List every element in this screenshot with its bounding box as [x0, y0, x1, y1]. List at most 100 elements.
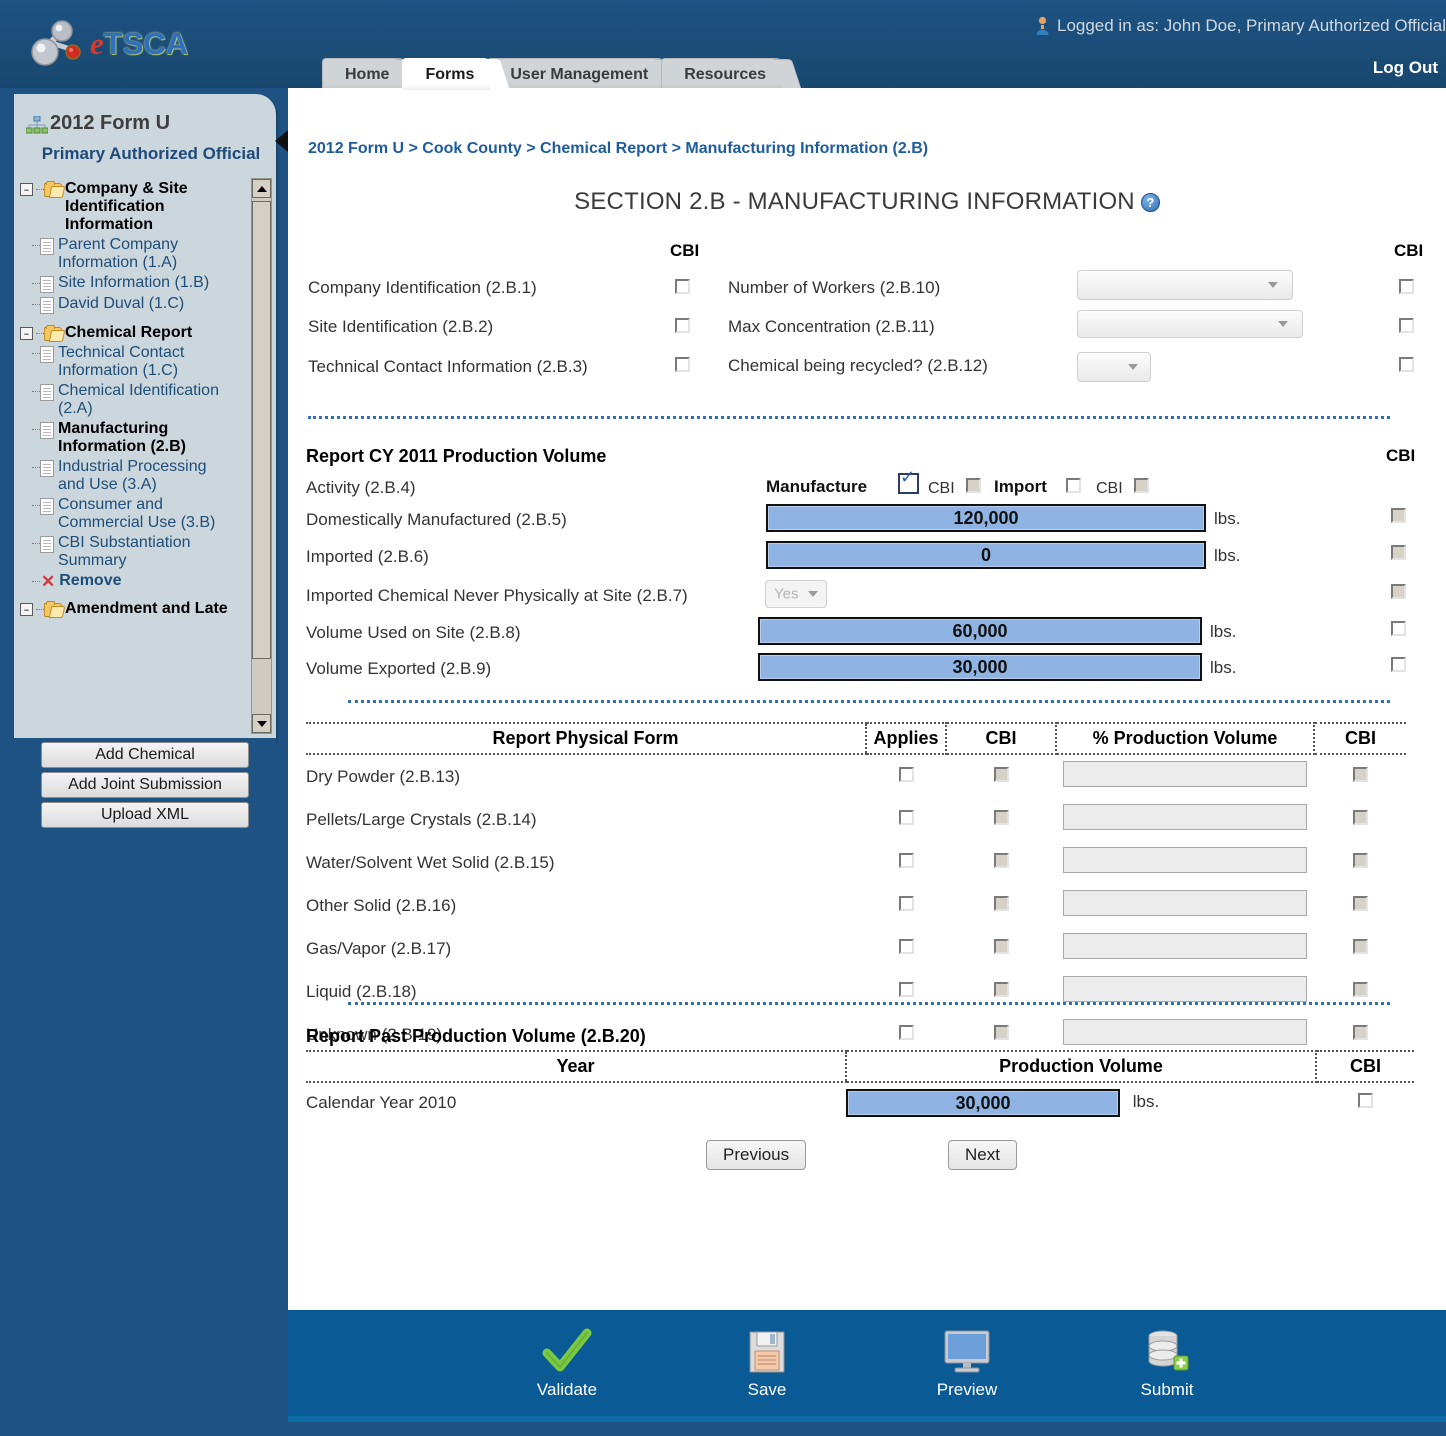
cbi-checkbox-applies-liquid[interactable]: [993, 981, 1009, 997]
expander-icon[interactable]: –: [20, 603, 33, 616]
percent-input-water-solvent-wet-solid[interactable]: [1063, 847, 1307, 873]
percent-input-other-solid[interactable]: [1063, 890, 1307, 916]
document-icon: [40, 297, 54, 314]
cbi-checkbox-applies-water-solvent-wet-solid[interactable]: [993, 852, 1009, 868]
cbi-checkbox-applies-unknown[interactable]: [993, 1024, 1009, 1040]
percent-input-gas-vapor[interactable]: [1063, 933, 1307, 959]
scroll-up-button[interactable]: [252, 179, 271, 198]
cbi-checkbox-percent-pellets-large-crystals[interactable]: [1352, 809, 1368, 825]
expander-icon[interactable]: –: [20, 183, 33, 196]
tree-item-manufacturing-information[interactable]: Manufacturing Information (2.B): [18, 419, 260, 457]
applies-checkbox-other-solid[interactable]: [898, 895, 914, 911]
tree-item-david-duval[interactable]: David Duval (1.C): [18, 294, 260, 315]
previous-button[interactable]: Previous: [706, 1140, 807, 1170]
submit-action[interactable]: Submit: [1112, 1324, 1222, 1400]
next-button[interactable]: Next: [948, 1140, 1017, 1170]
validate-action[interactable]: Validate: [512, 1324, 622, 1400]
tree-item-label-selected: Manufacturing Information (2.B): [58, 420, 186, 455]
cbi-checkbox-imported-never-physically-at-site[interactable]: [1391, 584, 1406, 599]
tree-group-company-site[interactable]: – Company & Site Identification Informat…: [18, 179, 260, 235]
volume-exported-input[interactable]: 30,000: [758, 653, 1202, 681]
scrollbar-thumb[interactable]: [252, 201, 271, 659]
percent-input-pellets-large-crystals[interactable]: [1063, 804, 1307, 830]
cbi-checkbox-percent-water-solvent-wet-solid[interactable]: [1352, 852, 1368, 868]
add-joint-submission-button[interactable]: Add Joint Submission: [41, 772, 249, 798]
cbi-checkbox-percent-dry-powder[interactable]: [1352, 766, 1368, 782]
breadcrumb[interactable]: 2012 Form U > Cook County > Chemical Rep…: [308, 140, 928, 158]
cbi-checkbox-applies-gas-vapor[interactable]: [993, 938, 1009, 954]
tree-item-industrial-processing-and-use[interactable]: Industrial Processing and Use (3.A): [18, 457, 260, 495]
cbi-checkbox-applies-pellets-large-crystals[interactable]: [993, 809, 1009, 825]
help-icon[interactable]: ?: [1140, 193, 1160, 212]
tree-group-amendment-and-late[interactable]: – Amendment and Late: [18, 599, 260, 619]
tab-resources[interactable]: Resources: [661, 58, 790, 90]
imported-input[interactable]: 0: [766, 541, 1206, 569]
cbi-checkbox-percent-unknown[interactable]: [1352, 1024, 1368, 1040]
activity-import-cbi-checkbox[interactable]: [1134, 478, 1149, 493]
applies-checkbox-water-solvent-wet-solid[interactable]: [898, 852, 914, 868]
max-concentration-dropdown[interactable]: [1077, 310, 1303, 338]
applies-checkbox-dry-powder[interactable]: [898, 766, 914, 782]
upload-xml-button[interactable]: Upload XML: [41, 802, 249, 828]
save-action[interactable]: Save: [712, 1324, 822, 1400]
tab-user-management[interactable]: User Management: [487, 58, 672, 90]
tree-item-remove[interactable]: ✕ Remove: [18, 571, 260, 593]
volume-used-on-site-input[interactable]: 60,000: [758, 617, 1202, 645]
cbi-checkbox-max-concentration[interactable]: [1399, 318, 1414, 333]
tree-group-chemical-report[interactable]: – Chemical Report: [18, 323, 260, 343]
tab-forms[interactable]: Forms: [402, 58, 498, 90]
cbi-checkbox-technical-contact-information[interactable]: [675, 357, 690, 372]
th-cbi-past: CBI: [1316, 1050, 1414, 1083]
tree-item-parent-company-information[interactable]: Parent Company Information (1.A): [18, 235, 260, 273]
logout-link[interactable]: Log Out: [1373, 58, 1438, 78]
cbi-checkbox-domestically-manufactured[interactable]: [1391, 508, 1406, 523]
cbi-column-header-left: CBI: [670, 241, 700, 260]
tree-item-cbi-substantiation-summary[interactable]: CBI Substantiation Summary: [18, 533, 260, 571]
cbi-checkbox-imported[interactable]: [1391, 545, 1406, 560]
cbi-checkbox-percent-other-solid[interactable]: [1352, 895, 1368, 911]
brand-logo[interactable]: eTSCA: [18, 8, 288, 80]
cbi-checkbox-applies-dry-powder[interactable]: [993, 766, 1009, 782]
number-of-workers-dropdown[interactable]: [1077, 270, 1293, 300]
cbi-checkbox-percent-liquid[interactable]: [1352, 981, 1368, 997]
cbi-checkbox-applies-other-solid[interactable]: [993, 895, 1009, 911]
imported-never-physically-at-site-dropdown[interactable]: Yes: [765, 580, 827, 608]
applies-checkbox-unknown[interactable]: [898, 1024, 914, 1040]
applies-checkbox-pellets-large-crystals[interactable]: [898, 809, 914, 825]
activity-manufacture-cbi-checkbox[interactable]: [966, 478, 981, 493]
scroll-down-button[interactable]: [252, 714, 271, 733]
percent-input-liquid[interactable]: [1063, 976, 1307, 1002]
tab-resources-label: Resources: [684, 65, 767, 83]
domestically-manufactured-input[interactable]: 120,000: [766, 504, 1206, 532]
past-volume-input-2010[interactable]: 30,000: [846, 1089, 1120, 1117]
collapse-sidebar-arrow-icon[interactable]: [275, 130, 288, 152]
cbi-checkbox-number-of-workers[interactable]: [1399, 279, 1414, 294]
percent-input-dry-powder[interactable]: [1063, 761, 1307, 787]
percent-input-unknown[interactable]: [1063, 1019, 1307, 1045]
tree-item-consumer-and-commercial-use[interactable]: Consumer and Commercial Use (3.B): [18, 495, 260, 533]
cbi-checkbox-percent-gas-vapor[interactable]: [1352, 938, 1368, 954]
table-row: Dry Powder (2.B.13): [306, 754, 1406, 798]
tree-item-chemical-identification[interactable]: Chemical Identification (2.A): [18, 381, 260, 419]
tab-home[interactable]: Home: [322, 58, 413, 90]
cbi-checkbox-volume-used-on-site[interactable]: [1391, 621, 1406, 636]
tree-item-technical-contact-information[interactable]: Technical Contact Information (1.C): [18, 343, 260, 381]
cbi-column-header-right: CBI: [1394, 241, 1424, 260]
applies-checkbox-gas-vapor[interactable]: [898, 938, 914, 954]
expander-icon[interactable]: –: [20, 327, 33, 340]
activity-manufacture-checkbox[interactable]: [898, 469, 919, 494]
chemical-being-recycled-dropdown[interactable]: [1077, 352, 1151, 382]
applies-checkbox-liquid[interactable]: [898, 981, 914, 997]
add-chemical-button[interactable]: Add Chemical: [41, 742, 249, 768]
cbi-cell-2: [1314, 754, 1406, 798]
tree-scrollbar[interactable]: [251, 178, 272, 734]
cbi-checkbox-company-identification[interactable]: [675, 279, 690, 294]
cbi-checkbox-past-volume-2010[interactable]: [1357, 1093, 1373, 1108]
cbi-checkbox-volume-exported[interactable]: [1391, 657, 1406, 672]
activity-import-checkbox[interactable]: [1066, 478, 1081, 493]
cbi-checkbox-site-identification[interactable]: [675, 318, 690, 333]
tree-item-site-information[interactable]: Site Information (1.B): [18, 273, 260, 294]
cbi-checkbox-chemical-being-recycled[interactable]: [1399, 357, 1414, 372]
page-title: SECTION 2.B - MANUFACTURING INFORMATION: [574, 188, 1135, 215]
preview-action[interactable]: Preview: [912, 1324, 1022, 1400]
